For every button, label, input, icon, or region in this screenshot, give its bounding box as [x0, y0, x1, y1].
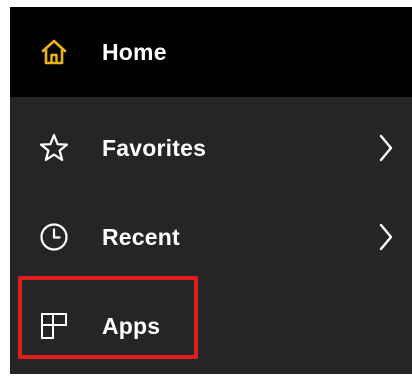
nav-item-label: Recent [102, 223, 180, 250]
nav-item-apps[interactable]: Apps [10, 281, 412, 371]
nav-item-home[interactable]: Home [10, 7, 412, 97]
navigation-pane: Home Favorites Recent Apps [10, 7, 412, 374]
nav-item-label: Favorites [102, 134, 207, 161]
clock-icon [36, 219, 72, 255]
star-icon [36, 130, 72, 166]
nav-item-favorites[interactable]: Favorites [10, 103, 412, 193]
chevron-right-icon[interactable] [374, 219, 398, 255]
home-icon [36, 34, 72, 70]
screenshot-frame: Home Favorites Recent Apps [0, 0, 412, 380]
nav-item-label: Home [102, 38, 167, 65]
chevron-right-icon[interactable] [374, 130, 398, 166]
nav-item-label: Apps [102, 312, 161, 339]
nav-item-recent[interactable]: Recent [10, 192, 412, 282]
apps-icon [36, 308, 72, 344]
